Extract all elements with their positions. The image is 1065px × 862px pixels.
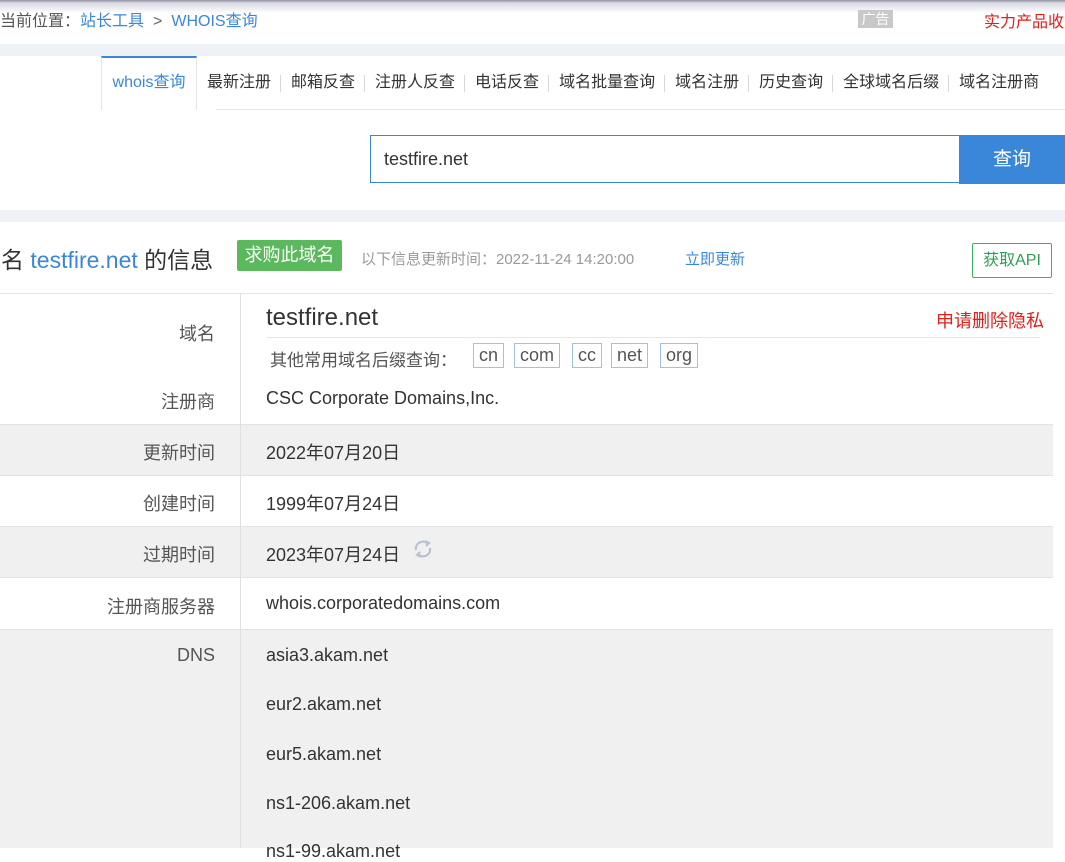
- tabs: whois查询 最新注册 邮箱反查 注册人反查 电话反查 域名批量查询 域名注册…: [101, 56, 1049, 110]
- title-prefix: 域名: [0, 247, 24, 273]
- row-label: 域名: [179, 324, 215, 344]
- refresh-icon[interactable]: [412, 538, 434, 560]
- title-suffix: 的信息: [144, 247, 214, 273]
- section-gap: [0, 210, 1065, 222]
- breadcrumb-separator: >: [153, 13, 163, 30]
- tab-label: 注册人反查: [375, 74, 456, 91]
- dns-server: eur2.akam.net: [266, 694, 382, 714]
- update-now-link[interactable]: 立即更新: [685, 248, 745, 269]
- info-header: 域名 testfire.net 的信息 求购此域名 以下信息更新时间：2022-…: [0, 222, 1065, 294]
- suffix-net[interactable]: net: [611, 343, 649, 368]
- domain-divider: [266, 337, 1040, 338]
- row-value: 1999年07月24日: [266, 494, 401, 514]
- tab-label: 邮箱反查: [291, 74, 356, 91]
- dns-server: ns1-206.akam.net: [266, 793, 411, 813]
- row-divider: [0, 424, 1053, 425]
- tab-registrar[interactable]: 域名注册商: [949, 56, 1049, 110]
- suffix-com[interactable]: com: [514, 343, 561, 368]
- row-label: 注册商服务器: [107, 597, 215, 617]
- tab-batch-query[interactable]: 域名批量查询: [549, 56, 666, 110]
- row-value: 2022年07月20日: [266, 443, 401, 463]
- page-title: 域名 testfire.net 的信息: [0, 241, 213, 275]
- tabs-divider: [216, 109, 1065, 110]
- get-api-button[interactable]: 获取API: [972, 243, 1052, 278]
- suffix-cn[interactable]: cn: [473, 343, 505, 368]
- row-label: 创建时间: [143, 494, 215, 514]
- tab-history[interactable]: 历史查询: [749, 56, 834, 110]
- tab-phone-reverse[interactable]: 电话反查: [465, 56, 550, 110]
- breadcrumb-link-tools[interactable]: 站长工具: [80, 13, 144, 30]
- dns-server: eur5.akam.net: [266, 744, 382, 764]
- breadcrumb-prefix: 当前位置：: [0, 13, 81, 30]
- row-divider: [0, 475, 1053, 476]
- row-label: 注册商: [161, 392, 215, 412]
- row-label: 更新时间: [143, 443, 215, 463]
- row-value: 2023年07月24日: [266, 545, 401, 565]
- tab-latest-register[interactable]: 最新注册: [197, 56, 282, 110]
- column-divider: [240, 294, 241, 848]
- suffix-cc[interactable]: cc: [572, 343, 602, 368]
- domain-value: testfire.net: [266, 304, 379, 331]
- breadcrumb-link-whois[interactable]: WHOIS查询: [171, 13, 257, 30]
- row-divider: [0, 629, 1053, 630]
- tab-label: 域名批量查询: [559, 74, 656, 91]
- tab-global-suffix[interactable]: 全球域名后缀: [833, 56, 950, 110]
- tab-domain-register[interactable]: 域名注册: [665, 56, 750, 110]
- dns-server: asia3.akam.net: [266, 645, 389, 665]
- tab-whois[interactable]: whois查询: [101, 56, 197, 110]
- update-time-text: 以下信息更新时间：2022-11-24 14:20:00: [361, 251, 635, 268]
- row-divider: [0, 526, 1053, 527]
- section-gap: [0, 44, 1065, 56]
- delete-privacy-link[interactable]: 申请删除隐私: [936, 307, 1044, 333]
- tab-label: 电话反查: [475, 74, 540, 91]
- row-value: CSC Corporate Domains,Inc.: [266, 388, 500, 408]
- tab-bar: whois查询 最新注册 邮箱反查 注册人反查 电话反查 域名批量查询 域名注册…: [0, 56, 1065, 111]
- title-domain[interactable]: testfire.net: [30, 247, 137, 273]
- breadcrumb: 当前位置：站长工具 > WHOIS查询: [0, 7, 258, 31]
- row-value: whois.corporatedomains.com: [266, 593, 501, 613]
- tab-label: 全球域名后缀: [843, 74, 940, 91]
- dns-server: ns1-99.akam.net: [266, 841, 401, 861]
- tab-label: 最新注册: [207, 74, 272, 91]
- buy-domain-button[interactable]: 求购此域名: [237, 240, 342, 271]
- header-divider: [0, 293, 1053, 294]
- tab-email-reverse[interactable]: 邮箱反查: [281, 56, 366, 110]
- row-label: DNS: [176, 645, 215, 665]
- row-divider: [0, 577, 1053, 578]
- tab-label: 历史查询: [759, 74, 824, 91]
- row-label: 过期时间: [143, 545, 215, 565]
- promo-link[interactable]: 实力产品收: [984, 8, 1064, 32]
- top-bar: 当前位置：站长工具 > WHOIS查询 广告 实力产品收: [0, 0, 1065, 44]
- ad-badge: 广告: [858, 10, 893, 28]
- suffix-label: 其他常用域名后缀查询：: [270, 351, 457, 370]
- tab-label: 域名注册: [675, 74, 740, 91]
- query-button[interactable]: 查询: [959, 135, 1065, 184]
- tab-registrant-reverse[interactable]: 注册人反查: [365, 56, 466, 110]
- suffix-org[interactable]: org: [660, 343, 699, 368]
- tab-label: 域名注册商: [959, 74, 1040, 91]
- domain-search-input[interactable]: testfire.net: [370, 135, 960, 183]
